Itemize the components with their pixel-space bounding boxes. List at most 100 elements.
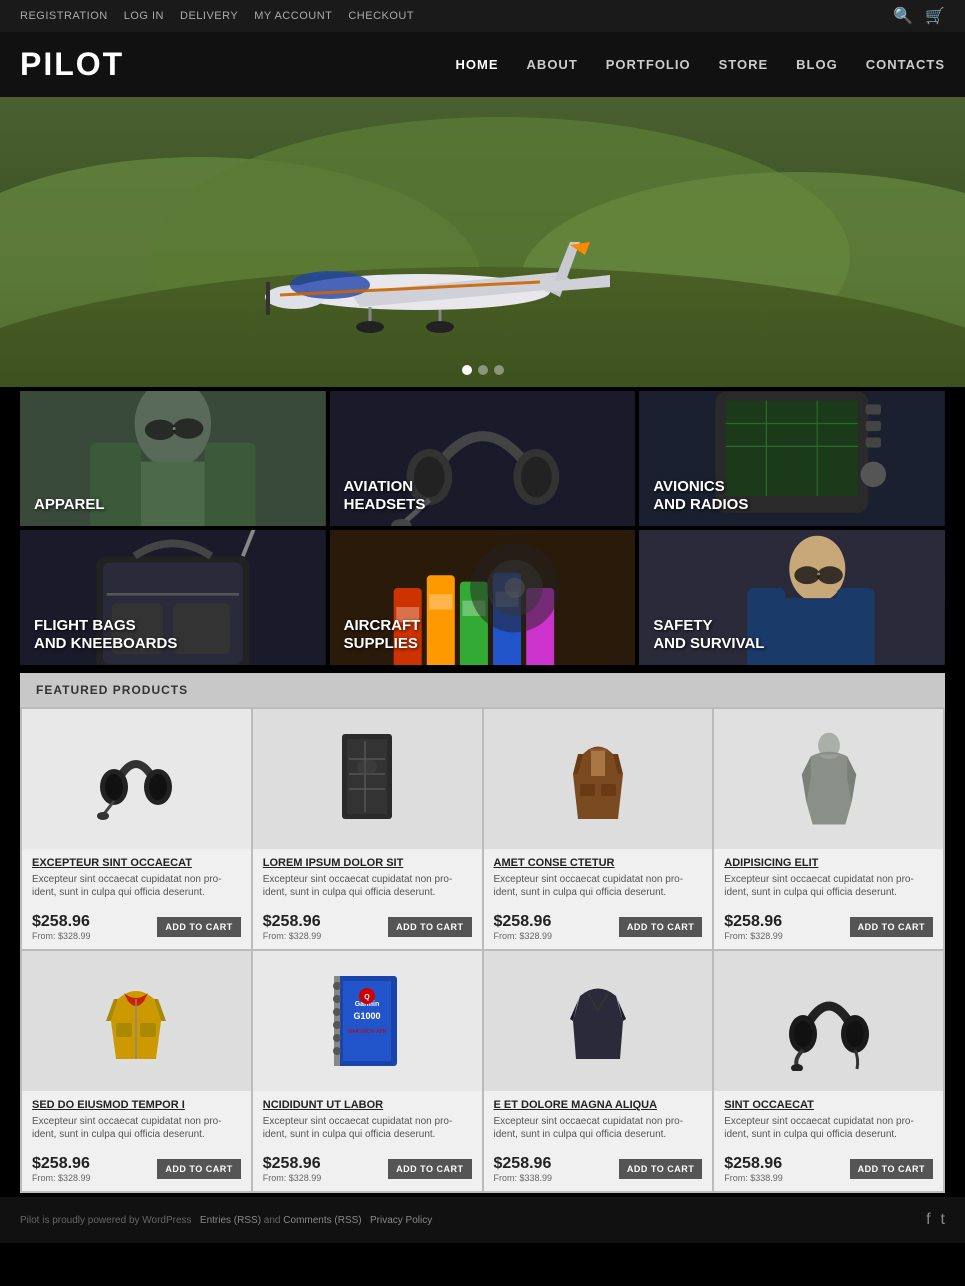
- product-info-8: SINT OCCAECAT Excepteur sint occaecat cu…: [714, 1091, 943, 1191]
- category-headsets[interactable]: AVIATIONHEADSETS: [330, 391, 636, 526]
- nav-about[interactable]: ABOUT: [527, 57, 578, 72]
- product-desc-4: Excepteur sint occaecat cupidatat non pr…: [724, 873, 933, 899]
- main-nav: PILOT HOME ABOUT PORTFOLIO STORE BLOG CO…: [0, 32, 965, 97]
- top-bar-links: REGISTRATION LOG IN DELIVERY MY ACCOUNT …: [20, 10, 414, 22]
- hero-dot-2[interactable]: [478, 365, 488, 375]
- myaccount-link[interactable]: MY ACCOUNT: [254, 10, 332, 22]
- category-apparel[interactable]: APPAREL: [20, 391, 326, 526]
- product-title-7: E ET DOLORE MAGNA ALIQUA: [494, 1099, 703, 1111]
- add-to-cart-2[interactable]: ADD TO CART: [388, 917, 471, 937]
- add-to-cart-8[interactable]: ADD TO CART: [850, 1159, 933, 1179]
- product-info-7: E ET DOLORE MAGNA ALIQUA Excepteur sint …: [484, 1091, 713, 1191]
- add-to-cart-4[interactable]: ADD TO CART: [850, 917, 933, 937]
- product-image-4: [714, 709, 943, 849]
- category-flightbags[interactable]: FLIGHT BAGSAND KNEEBOARDS: [20, 530, 326, 665]
- product-price-2: $258.96 From: $328.99: [263, 913, 322, 941]
- search-icon[interactable]: 🔍: [893, 6, 913, 26]
- product-card-8: SINT OCCAECAT Excepteur sint occaecat cu…: [714, 951, 943, 1191]
- nav-store[interactable]: STORE: [719, 57, 769, 72]
- product-card-3: AMET CONSE CTETUR Excepteur sint occaeca…: [484, 709, 713, 949]
- facebook-icon[interactable]: f: [926, 1211, 930, 1229]
- product-desc-6: Excepteur sint occaecat cupidatat non pr…: [263, 1115, 472, 1141]
- logo: PILOT: [20, 46, 124, 83]
- product-image-2: [253, 709, 482, 849]
- checkout-link[interactable]: CHECKOUT: [348, 10, 414, 22]
- product-price-7: $258.96 From: $338.99: [494, 1155, 553, 1183]
- product-card-7: E ET DOLORE MAGNA ALIQUA Excepteur sint …: [484, 951, 713, 1191]
- product-desc-2: Excepteur sint occaecat cupidatat non pr…: [263, 873, 472, 899]
- product-price-5: $258.96 From: $328.99: [32, 1155, 91, 1183]
- product-title-5: SED DO EIUSMOD TEMPOR I: [32, 1099, 241, 1111]
- category-safety[interactable]: SAFETYAND SURVIVAL: [639, 530, 945, 665]
- hero-banner: [0, 97, 965, 387]
- nav-links: HOME ABOUT PORTFOLIO STORE BLOG CONTACTS: [456, 57, 945, 72]
- product-info-4: ADIPISICING ELIT Excepteur sint occaecat…: [714, 849, 943, 949]
- product-price-row-7: $258.96 From: $338.99 ADD TO CART: [494, 1149, 703, 1183]
- product-image-3: [484, 709, 713, 849]
- product-card-2: LOREM IPSUM DOLOR SIT Excepteur sint occ…: [253, 709, 482, 949]
- add-to-cart-5[interactable]: ADD TO CART: [157, 1159, 240, 1179]
- product-info-5: SED DO EIUSMOD TEMPOR I Excepteur sint o…: [22, 1091, 251, 1191]
- product-title-4: ADIPISICING ELIT: [724, 857, 933, 869]
- add-to-cart-6[interactable]: ADD TO CART: [388, 1159, 471, 1179]
- product-image-1: [22, 709, 251, 849]
- product-price-row-2: $258.96 From: $328.99 ADD TO CART: [263, 907, 472, 941]
- category-flightbags-label: FLIGHT BAGSAND KNEEBOARDS: [34, 617, 177, 653]
- cart-icon[interactable]: 🛒: [925, 6, 945, 26]
- category-safety-label: SAFETYAND SURVIVAL: [653, 617, 764, 653]
- hero-dots: [462, 365, 504, 375]
- add-to-cart-7[interactable]: ADD TO CART: [619, 1159, 702, 1179]
- category-aircraft[interactable]: AIRCRAFTSUPPLIES: [330, 530, 636, 665]
- product-image-8: [714, 951, 943, 1091]
- product-desc-3: Excepteur sint occaecat cupidatat non pr…: [494, 873, 703, 899]
- nav-blog[interactable]: BLOG: [796, 57, 838, 72]
- registration-link[interactable]: REGISTRATION: [20, 10, 108, 22]
- product-desc-5: Excepteur sint occaecat cupidatat non pr…: [32, 1115, 241, 1141]
- add-to-cart-3[interactable]: ADD TO CART: [619, 917, 702, 937]
- login-link[interactable]: LOG IN: [124, 10, 164, 22]
- hero-dot-1[interactable]: [462, 365, 472, 375]
- svg-text:G1000: G1000: [354, 1011, 381, 1021]
- product-image-7: [484, 951, 713, 1091]
- product-desc-1: Excepteur sint occaecat cupidatat non pr…: [32, 873, 241, 899]
- product-price-row-1: $258.96 From: $328.99 ADD TO CART: [32, 907, 241, 941]
- footer: Pilot is proudly powered by WordPress En…: [0, 1197, 965, 1243]
- footer-privacy[interactable]: Privacy Policy: [370, 1215, 432, 1226]
- product-card-6: Garmin G1000 WAAS/NON-APR Q NCIDIDUNT UT…: [253, 951, 482, 1191]
- product-price-row-6: $258.96 From: $328.99 ADD TO CART: [263, 1149, 472, 1183]
- product-image-5: [22, 951, 251, 1091]
- add-to-cart-1[interactable]: ADD TO CART: [157, 917, 240, 937]
- product-title-8: SINT OCCAECAT: [724, 1099, 933, 1111]
- products-grid: EXCEPTEUR SINT OCCAECAT Excepteur sint o…: [20, 707, 945, 1193]
- product-card-4: ADIPISICING ELIT Excepteur sint occaecat…: [714, 709, 943, 949]
- nav-portfolio[interactable]: PORTFOLIO: [606, 57, 691, 72]
- product-info-3: AMET CONSE CTETUR Excepteur sint occaeca…: [484, 849, 713, 949]
- product-price-row-5: $258.96 From: $328.99 ADD TO CART: [32, 1149, 241, 1183]
- nav-home[interactable]: HOME: [456, 57, 499, 72]
- product-card-5: SED DO EIUSMOD TEMPOR I Excepteur sint o…: [22, 951, 251, 1191]
- category-avionics[interactable]: AVIONICSAND RADIOS: [639, 391, 945, 526]
- nav-contacts[interactable]: CONTACTS: [866, 57, 945, 72]
- category-grid: APPAREL AVIATIONHEADSETS: [0, 387, 965, 669]
- product-info-2: LOREM IPSUM DOLOR SIT Excepteur sint occ…: [253, 849, 482, 949]
- product-price-8: $258.96 From: $338.99: [724, 1155, 783, 1183]
- hero-dot-3[interactable]: [494, 365, 504, 375]
- footer-rss-entries[interactable]: Entries (RSS): [200, 1215, 261, 1226]
- footer-rss-comments[interactable]: Comments (RSS): [283, 1215, 361, 1226]
- twitter-icon[interactable]: t: [941, 1211, 945, 1229]
- top-bar-icons: 🔍 🛒: [893, 6, 945, 26]
- product-image-6: Garmin G1000 WAAS/NON-APR Q: [253, 951, 482, 1091]
- delivery-link[interactable]: DELIVERY: [180, 10, 238, 22]
- category-headsets-label: AVIATIONHEADSETS: [344, 478, 426, 514]
- product-price-row-4: $258.96 From: $328.99 ADD TO CART: [724, 907, 933, 941]
- product-price-row-3: $258.96 From: $328.99 ADD TO CART: [494, 907, 703, 941]
- product-price-4: $258.96 From: $328.99: [724, 913, 783, 941]
- product-desc-7: Excepteur sint occaecat cupidatat non pr…: [494, 1115, 703, 1141]
- product-price-6: $258.96 From: $328.99: [263, 1155, 322, 1183]
- category-avionics-label: AVIONICSAND RADIOS: [653, 478, 748, 514]
- featured-header: FEATURED PRODUCTS: [20, 673, 945, 707]
- product-title-2: LOREM IPSUM DOLOR SIT: [263, 857, 472, 869]
- product-title-3: AMET CONSE CTETUR: [494, 857, 703, 869]
- footer-social: f t: [926, 1211, 945, 1229]
- svg-text:WAAS/NON-APR: WAAS/NON-APR: [348, 1029, 387, 1035]
